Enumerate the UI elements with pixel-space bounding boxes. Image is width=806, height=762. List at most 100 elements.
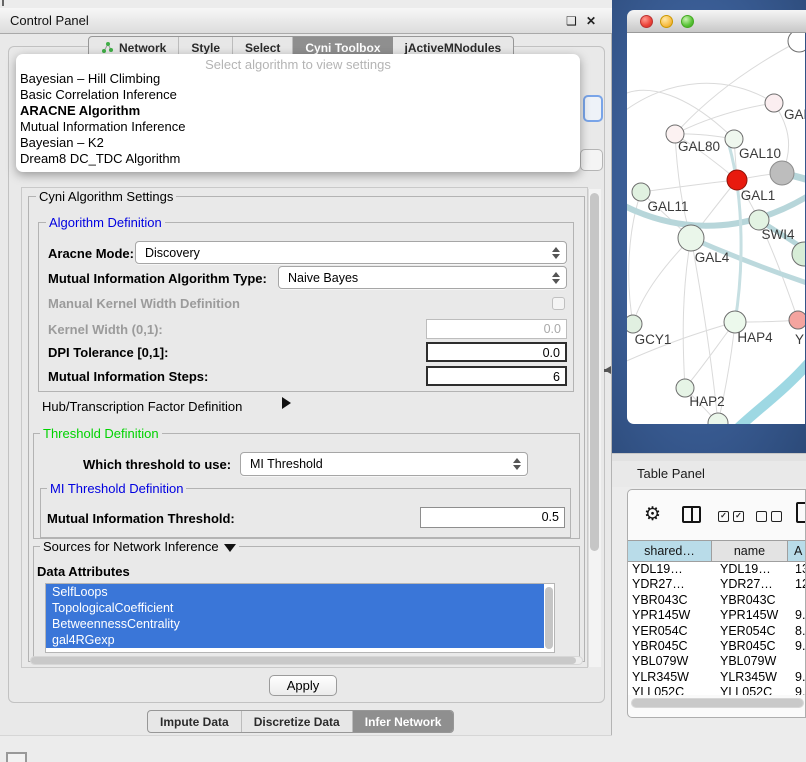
aracne-mode-label: Aracne Mode:: [48, 246, 134, 261]
network-edge: [675, 41, 799, 134]
close-traffic-icon[interactable]: [640, 15, 653, 28]
table-row[interactable]: YLL052C YLL052C 9.: [628, 685, 806, 695]
network-node-label: GAL11: [647, 199, 688, 214]
screen: Control Panel ❑ ✕ Network Style Select C…: [0, 0, 806, 762]
cyni-bottom-tabbar: Impute Data Discretize Data Infer Networ…: [147, 710, 454, 733]
table-body[interactable]: YDL19… YDL19… 13 YDR27… YDR27… 12 YBR043…: [628, 562, 806, 695]
mi-algorithm-type-combo[interactable]: Naive Bayes: [278, 266, 567, 289]
dpi-tolerance-label: DPI Tolerance [0,1]:: [48, 345, 168, 360]
network-node[interactable]: [727, 170, 747, 190]
network-node[interactable]: [792, 242, 805, 266]
mi-algorithm-type-label: Mutual Information Algorithm Type:: [48, 271, 267, 286]
table-row[interactable]: YDR27… YDR27… 12: [628, 577, 806, 592]
table-panel-window: ⚙ ✓✓ shared… name A YDL19… YDL19… 13 YDR…: [627, 489, 806, 718]
network-window-titlebar[interactable]: [627, 10, 806, 33]
column-header-shared-name[interactable]: shared…: [628, 541, 712, 561]
network-node-label: GAL80: [678, 139, 720, 154]
mi-steps-field[interactable]: 6: [426, 366, 567, 386]
dropdown-item-selected[interactable]: ARACNE Algorithm: [20, 103, 140, 118]
hub-expand-arrow-icon[interactable]: [282, 397, 291, 409]
new-table-icon[interactable]: [796, 502, 806, 523]
float-window-icon[interactable]: ❑: [566, 14, 577, 28]
network-node-label: Y: [795, 332, 804, 347]
network-node-label: HAP2: [689, 394, 724, 409]
kernel-width-field[interactable]: 0.0: [426, 319, 567, 339]
network-node[interactable]: [770, 161, 794, 185]
network-node[interactable]: [627, 315, 642, 333]
covered-combo-fragment: [583, 95, 603, 122]
threshold-definition-title: Threshold Definition: [40, 426, 162, 441]
dropdown-item[interactable]: Bayesian – Hill Climbing: [20, 71, 160, 86]
mi-steps-label: Mutual Information Steps:: [48, 369, 208, 384]
gear-icon[interactable]: ⚙: [644, 503, 661, 526]
table-row[interactable]: YBR043C YBR043C: [628, 593, 806, 608]
list-item[interactable]: gal4RGexp: [46, 632, 544, 648]
combo-stepper-icon: [549, 272, 563, 284]
tab-infer-network[interactable]: Infer Network: [353, 711, 454, 732]
column-header-partial[interactable]: A: [788, 541, 806, 561]
top-tick: [2, 0, 4, 6]
column-header-name[interactable]: name: [712, 541, 788, 561]
network-node[interactable]: [788, 33, 805, 52]
tab-discretize-data[interactable]: Discretize Data: [242, 711, 353, 732]
close-window-icon[interactable]: ✕: [586, 14, 596, 28]
network-window: GAL7GAL80GAL10GAL1GAL11SWI4GAL4GCY1HAP4Y…: [627, 10, 806, 424]
algorithm-dropdown-list: Select algorithm to view settings Bayesi…: [16, 54, 580, 172]
control-panel-titlebar[interactable]: [0, 8, 612, 34]
network-node[interactable]: [789, 311, 805, 329]
table-hscrollbar[interactable]: [631, 698, 804, 708]
apply-button[interactable]: Apply: [269, 675, 337, 696]
network-canvas[interactable]: GAL7GAL80GAL10GAL1GAL11SWI4GAL4GCY1HAP4Y…: [627, 33, 805, 424]
table-row[interactable]: YBL079W YBL079W: [628, 654, 806, 669]
which-threshold-combo[interactable]: MI Threshold: [240, 452, 528, 476]
table-panel-titlebar[interactable]: Table Panel: [612, 461, 806, 487]
network-tab-icon: [101, 41, 114, 54]
data-attributes-list[interactable]: SelfLoops TopologicalCoefficient Between…: [45, 583, 555, 653]
dropdown-item[interactable]: Dream8 DC_TDC Algorithm: [20, 151, 180, 166]
dropdown-item[interactable]: Basic Correlation Inference: [20, 87, 177, 102]
columns-icon[interactable]: [682, 506, 701, 523]
mi-threshold-field[interactable]: 0.5: [420, 507, 565, 528]
select-all-columns-icon[interactable]: ✓✓: [718, 511, 744, 522]
list-item[interactable]: SelfLoops: [46, 584, 544, 600]
list-item[interactable]: TopologicalCoefficient: [46, 600, 544, 616]
table-row[interactable]: YLR345W YLR345W 9.: [628, 670, 806, 685]
aracne-mode-combo[interactable]: Discovery: [135, 241, 567, 264]
manual-kernel-width-checkbox[interactable]: [552, 297, 565, 310]
kernel-width-label: Kernel Width (0,1):: [48, 322, 163, 337]
panel-divider: [612, 453, 806, 461]
minimized-panel-icon[interactable]: [6, 752, 27, 762]
tab-network-label: Network: [119, 41, 166, 55]
settings-scrollbar-thumb[interactable]: [590, 193, 599, 551]
network-node-label: GAL4: [695, 250, 730, 265]
manual-kernel-width-label: Manual Kernel Width Definition: [48, 296, 240, 311]
table-row[interactable]: YBR045C YBR045C 9.: [628, 639, 806, 654]
algorithm-definition-title: Algorithm Definition: [46, 215, 165, 230]
algorithm-dropdown-placeholder: Select algorithm to view settings: [16, 57, 580, 72]
table-row[interactable]: YPR145W YPR145W 9.: [628, 608, 806, 623]
zoom-traffic-icon[interactable]: [681, 15, 694, 28]
covered-combo-fragment2: [580, 149, 603, 171]
list-scrollbar[interactable]: [545, 587, 553, 649]
settings-hscrollbar[interactable]: [30, 656, 583, 665]
network-node[interactable]: [708, 413, 728, 424]
dpi-tolerance-field[interactable]: 0.0: [426, 342, 567, 362]
minimize-traffic-icon[interactable]: [660, 15, 673, 28]
table-row[interactable]: YER054C YER054C 8.: [628, 624, 806, 639]
dropdown-item[interactable]: Bayesian – K2: [20, 135, 104, 150]
combo-stepper-icon: [549, 247, 563, 259]
collapse-arrow-icon[interactable]: [224, 544, 236, 552]
table-row[interactable]: YDL19… YDL19… 13: [628, 562, 806, 577]
network-node[interactable]: [765, 94, 783, 112]
dropdown-item[interactable]: Mutual Information Inference: [20, 119, 185, 134]
network-node[interactable]: [678, 225, 704, 251]
deselect-all-columns-icon[interactable]: [756, 511, 782, 522]
hub-section-label[interactable]: Hub/Transcription Factor Definition: [42, 399, 242, 414]
network-edge: [641, 180, 737, 192]
which-threshold-label: Which threshold to use:: [83, 457, 231, 472]
mi-threshold-label: Mutual Information Threshold:: [47, 511, 235, 526]
network-edge: [633, 238, 691, 324]
tab-impute-data[interactable]: Impute Data: [148, 711, 242, 732]
combo-stepper-icon: [510, 458, 524, 470]
list-item[interactable]: BetweennessCentrality: [46, 616, 544, 632]
